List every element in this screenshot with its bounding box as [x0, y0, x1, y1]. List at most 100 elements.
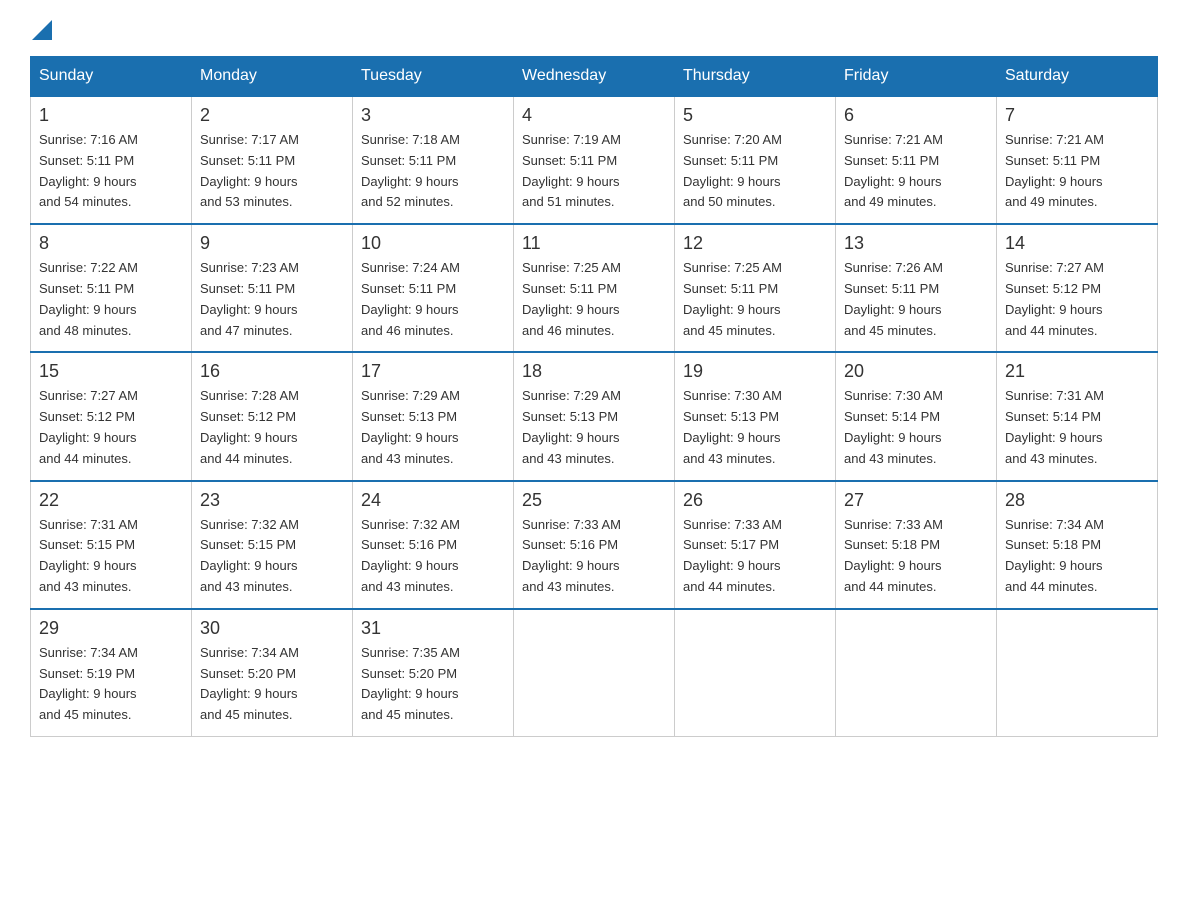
calendar-cell: 5 Sunrise: 7:20 AMSunset: 5:11 PMDayligh… [675, 96, 836, 224]
calendar-cell: 1 Sunrise: 7:16 AMSunset: 5:11 PMDayligh… [31, 96, 192, 224]
day-number: 29 [39, 618, 183, 639]
day-info: Sunrise: 7:31 AMSunset: 5:14 PMDaylight:… [1005, 386, 1149, 469]
day-number: 7 [1005, 105, 1149, 126]
calendar-cell: 16 Sunrise: 7:28 AMSunset: 5:12 PMDaylig… [192, 352, 353, 480]
day-info: Sunrise: 7:22 AMSunset: 5:11 PMDaylight:… [39, 258, 183, 341]
calendar-week-row: 29 Sunrise: 7:34 AMSunset: 5:19 PMDaylig… [31, 609, 1158, 737]
day-info: Sunrise: 7:34 AMSunset: 5:19 PMDaylight:… [39, 643, 183, 726]
column-header-sunday: Sunday [31, 57, 192, 97]
day-info: Sunrise: 7:33 AMSunset: 5:16 PMDaylight:… [522, 515, 666, 598]
day-info: Sunrise: 7:29 AMSunset: 5:13 PMDaylight:… [361, 386, 505, 469]
day-number: 12 [683, 233, 827, 254]
day-info: Sunrise: 7:27 AMSunset: 5:12 PMDaylight:… [39, 386, 183, 469]
day-number: 24 [361, 490, 505, 511]
day-info: Sunrise: 7:34 AMSunset: 5:18 PMDaylight:… [1005, 515, 1149, 598]
calendar-cell: 12 Sunrise: 7:25 AMSunset: 5:11 PMDaylig… [675, 224, 836, 352]
calendar-cell: 11 Sunrise: 7:25 AMSunset: 5:11 PMDaylig… [514, 224, 675, 352]
day-number: 28 [1005, 490, 1149, 511]
calendar-week-row: 1 Sunrise: 7:16 AMSunset: 5:11 PMDayligh… [31, 96, 1158, 224]
calendar-cell: 20 Sunrise: 7:30 AMSunset: 5:14 PMDaylig… [836, 352, 997, 480]
day-info: Sunrise: 7:25 AMSunset: 5:11 PMDaylight:… [522, 258, 666, 341]
calendar-cell: 2 Sunrise: 7:17 AMSunset: 5:11 PMDayligh… [192, 96, 353, 224]
day-info: Sunrise: 7:32 AMSunset: 5:16 PMDaylight:… [361, 515, 505, 598]
day-number: 1 [39, 105, 183, 126]
column-header-tuesday: Tuesday [353, 57, 514, 97]
day-info: Sunrise: 7:34 AMSunset: 5:20 PMDaylight:… [200, 643, 344, 726]
calendar-cell: 13 Sunrise: 7:26 AMSunset: 5:11 PMDaylig… [836, 224, 997, 352]
day-number: 27 [844, 490, 988, 511]
day-number: 22 [39, 490, 183, 511]
day-number: 30 [200, 618, 344, 639]
day-number: 3 [361, 105, 505, 126]
calendar-week-row: 22 Sunrise: 7:31 AMSunset: 5:15 PMDaylig… [31, 481, 1158, 609]
calendar-cell [997, 609, 1158, 737]
calendar-cell: 29 Sunrise: 7:34 AMSunset: 5:19 PMDaylig… [31, 609, 192, 737]
day-number: 15 [39, 361, 183, 382]
calendar-cell: 27 Sunrise: 7:33 AMSunset: 5:18 PMDaylig… [836, 481, 997, 609]
day-number: 31 [361, 618, 505, 639]
day-number: 16 [200, 361, 344, 382]
column-header-thursday: Thursday [675, 57, 836, 97]
day-number: 13 [844, 233, 988, 254]
column-header-monday: Monday [192, 57, 353, 97]
day-info: Sunrise: 7:21 AMSunset: 5:11 PMDaylight:… [844, 130, 988, 213]
day-number: 23 [200, 490, 344, 511]
calendar-cell: 4 Sunrise: 7:19 AMSunset: 5:11 PMDayligh… [514, 96, 675, 224]
day-info: Sunrise: 7:19 AMSunset: 5:11 PMDaylight:… [522, 130, 666, 213]
day-info: Sunrise: 7:31 AMSunset: 5:15 PMDaylight:… [39, 515, 183, 598]
day-number: 17 [361, 361, 505, 382]
calendar-cell: 3 Sunrise: 7:18 AMSunset: 5:11 PMDayligh… [353, 96, 514, 224]
calendar-cell: 23 Sunrise: 7:32 AMSunset: 5:15 PMDaylig… [192, 481, 353, 609]
calendar-cell [675, 609, 836, 737]
day-info: Sunrise: 7:21 AMSunset: 5:11 PMDaylight:… [1005, 130, 1149, 213]
calendar-cell: 22 Sunrise: 7:31 AMSunset: 5:15 PMDaylig… [31, 481, 192, 609]
calendar-cell: 15 Sunrise: 7:27 AMSunset: 5:12 PMDaylig… [31, 352, 192, 480]
calendar-cell [836, 609, 997, 737]
day-number: 26 [683, 490, 827, 511]
calendar-cell: 17 Sunrise: 7:29 AMSunset: 5:13 PMDaylig… [353, 352, 514, 480]
day-info: Sunrise: 7:33 AMSunset: 5:18 PMDaylight:… [844, 515, 988, 598]
day-number: 18 [522, 361, 666, 382]
calendar-week-row: 8 Sunrise: 7:22 AMSunset: 5:11 PMDayligh… [31, 224, 1158, 352]
day-info: Sunrise: 7:26 AMSunset: 5:11 PMDaylight:… [844, 258, 988, 341]
day-info: Sunrise: 7:23 AMSunset: 5:11 PMDaylight:… [200, 258, 344, 341]
day-info: Sunrise: 7:16 AMSunset: 5:11 PMDaylight:… [39, 130, 183, 213]
calendar-cell: 6 Sunrise: 7:21 AMSunset: 5:11 PMDayligh… [836, 96, 997, 224]
calendar-cell: 8 Sunrise: 7:22 AMSunset: 5:11 PMDayligh… [31, 224, 192, 352]
calendar-cell: 31 Sunrise: 7:35 AMSunset: 5:20 PMDaylig… [353, 609, 514, 737]
day-number: 4 [522, 105, 666, 126]
calendar-cell: 19 Sunrise: 7:30 AMSunset: 5:13 PMDaylig… [675, 352, 836, 480]
column-header-saturday: Saturday [997, 57, 1158, 97]
day-number: 14 [1005, 233, 1149, 254]
day-number: 25 [522, 490, 666, 511]
day-number: 10 [361, 233, 505, 254]
day-number: 20 [844, 361, 988, 382]
calendar-cell [514, 609, 675, 737]
day-number: 8 [39, 233, 183, 254]
day-info: Sunrise: 7:18 AMSunset: 5:11 PMDaylight:… [361, 130, 505, 213]
calendar-header-row: SundayMondayTuesdayWednesdayThursdayFrid… [31, 57, 1158, 97]
day-number: 2 [200, 105, 344, 126]
day-info: Sunrise: 7:25 AMSunset: 5:11 PMDaylight:… [683, 258, 827, 341]
calendar-cell: 18 Sunrise: 7:29 AMSunset: 5:13 PMDaylig… [514, 352, 675, 480]
calendar-cell: 21 Sunrise: 7:31 AMSunset: 5:14 PMDaylig… [997, 352, 1158, 480]
column-header-friday: Friday [836, 57, 997, 97]
day-info: Sunrise: 7:27 AMSunset: 5:12 PMDaylight:… [1005, 258, 1149, 341]
calendar-cell: 14 Sunrise: 7:27 AMSunset: 5:12 PMDaylig… [997, 224, 1158, 352]
page-header [30, 20, 1158, 36]
day-info: Sunrise: 7:24 AMSunset: 5:11 PMDaylight:… [361, 258, 505, 341]
calendar-cell: 30 Sunrise: 7:34 AMSunset: 5:20 PMDaylig… [192, 609, 353, 737]
day-number: 9 [200, 233, 344, 254]
calendar-week-row: 15 Sunrise: 7:27 AMSunset: 5:12 PMDaylig… [31, 352, 1158, 480]
day-info: Sunrise: 7:20 AMSunset: 5:11 PMDaylight:… [683, 130, 827, 213]
day-info: Sunrise: 7:30 AMSunset: 5:14 PMDaylight:… [844, 386, 988, 469]
day-number: 19 [683, 361, 827, 382]
day-info: Sunrise: 7:33 AMSunset: 5:17 PMDaylight:… [683, 515, 827, 598]
calendar-cell: 24 Sunrise: 7:32 AMSunset: 5:16 PMDaylig… [353, 481, 514, 609]
day-info: Sunrise: 7:28 AMSunset: 5:12 PMDaylight:… [200, 386, 344, 469]
day-number: 6 [844, 105, 988, 126]
logo-triangle-icon [32, 20, 52, 40]
calendar-cell: 25 Sunrise: 7:33 AMSunset: 5:16 PMDaylig… [514, 481, 675, 609]
calendar-table: SundayMondayTuesdayWednesdayThursdayFrid… [30, 56, 1158, 737]
calendar-cell: 7 Sunrise: 7:21 AMSunset: 5:11 PMDayligh… [997, 96, 1158, 224]
